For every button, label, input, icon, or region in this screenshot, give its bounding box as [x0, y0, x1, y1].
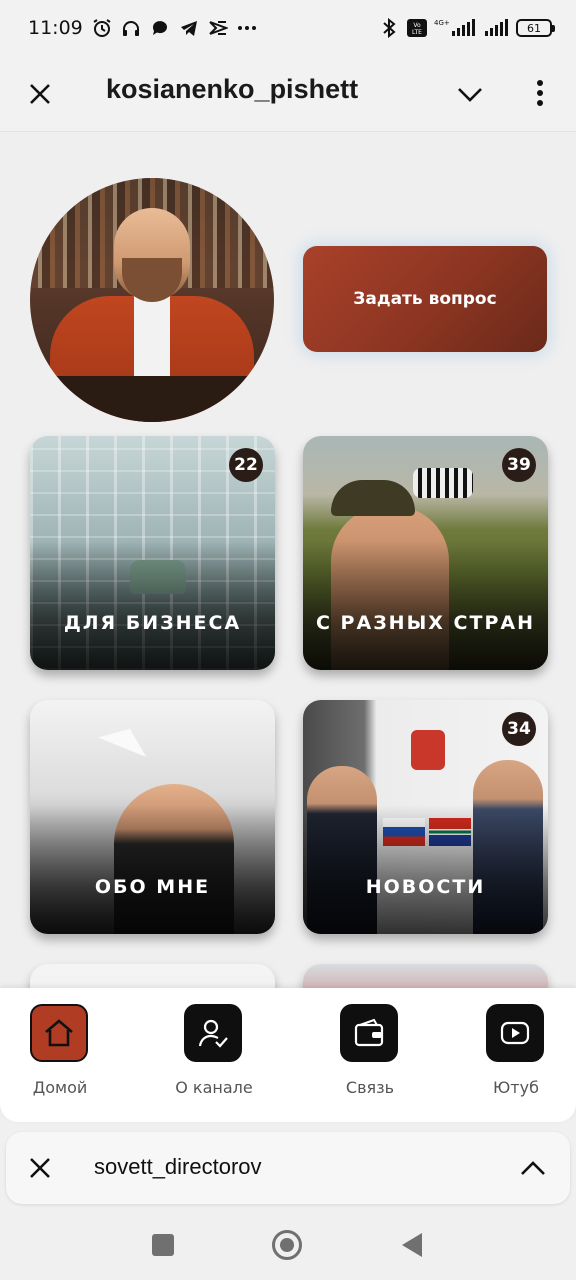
minimized-app-bar[interactable]: sovett_directorov: [6, 1132, 570, 1204]
bluetooth-icon: [378, 17, 400, 39]
avatar-desk: [30, 376, 274, 422]
telegram-icon: [178, 17, 200, 39]
back-icon[interactable]: [402, 1233, 422, 1257]
user-check-icon[interactable]: [184, 1004, 242, 1062]
tile-countries-cap: [331, 480, 415, 516]
tile-shade: [303, 541, 548, 670]
recents-icon[interactable]: [152, 1234, 174, 1256]
tile-partial-left[interactable]: [30, 964, 275, 990]
signal-icon-2: [484, 17, 510, 39]
paper-plane-icon: [98, 718, 154, 758]
tile-shade: [303, 805, 548, 934]
system-nav-bar: [0, 1210, 576, 1280]
tile-news[interactable]: 34 НОВОСТИ: [303, 700, 548, 934]
page-title: kosianenko_pishett: [106, 74, 359, 104]
headphones-icon: [120, 17, 142, 39]
nav-label: О канале: [175, 1078, 253, 1097]
youtube-icon[interactable]: [486, 1004, 544, 1062]
nav-item-contact[interactable]: Связь: [310, 1002, 430, 1112]
nav-label: Домой: [32, 1078, 88, 1097]
wallet-icon[interactable]: [340, 1004, 398, 1062]
main-content: Задать вопрос 22 ДЛЯ БИЗНЕСА 39 С РАЗНЫХ…: [0, 132, 576, 990]
count-badge: 39: [502, 448, 536, 482]
bottom-nav: Домой О канале Связь Ютуб: [0, 988, 576, 1122]
chat-bubble-icon: [149, 17, 171, 39]
more-vertical-icon[interactable]: [526, 76, 554, 110]
ask-question-button[interactable]: Задать вопрос: [303, 246, 547, 352]
count-badge: 34: [502, 712, 536, 746]
battery-icon: 61: [516, 19, 555, 37]
signal-icon: 4G+: [434, 17, 478, 39]
app-header: kosianenko_pishett: [0, 56, 576, 132]
minimized-app-title: sovett_directorov: [94, 1154, 262, 1179]
avatar: [30, 178, 274, 422]
tile-shade: [30, 805, 275, 934]
nav-label: Связь: [345, 1078, 395, 1097]
tile-partial-right[interactable]: [303, 964, 548, 990]
home-icon[interactable]: [30, 1004, 88, 1062]
svg-text:LTE: LTE: [412, 29, 422, 36]
status-bar: 11:09 Vo LTE 4G+ 61: [0, 0, 576, 56]
close-icon[interactable]: [24, 78, 56, 110]
network-type-label: 4G+: [434, 19, 450, 27]
tile-shade: [30, 541, 275, 670]
tile-countries[interactable]: 39 С РАЗНЫХ СТРАН: [303, 436, 548, 670]
tile-label: С РАЗНЫХ СТРАН: [316, 612, 535, 634]
tile-business[interactable]: 22 ДЛЯ БИЗНЕСА: [30, 436, 275, 670]
tile-label: НОВОСТИ: [365, 876, 486, 898]
more-dots-icon: [236, 17, 258, 39]
status-right-icons: Vo LTE 4G+ 61: [378, 17, 555, 39]
chevron-up-icon[interactable]: [518, 1154, 548, 1184]
capcut-icon: [207, 17, 229, 39]
close-icon[interactable]: [26, 1154, 54, 1182]
nav-item-about-channel[interactable]: О канале: [154, 1002, 274, 1112]
coat-of-arms-icon: [411, 730, 445, 770]
nav-item-youtube[interactable]: Ютуб: [456, 1002, 576, 1112]
count-badge: 22: [229, 448, 263, 482]
status-left-icons: [91, 17, 258, 39]
tile-label: ДЛЯ БИЗНЕСА: [63, 612, 242, 634]
alarm-icon: [91, 17, 113, 39]
tile-about[interactable]: ОБО МНЕ: [30, 700, 275, 934]
chevron-down-icon[interactable]: [454, 78, 486, 110]
tile-label: ОБО МНЕ: [94, 876, 211, 898]
tile-countries-zebra: [413, 468, 473, 498]
nav-label: Ютуб: [493, 1078, 539, 1097]
nav-item-home[interactable]: Домой: [0, 1002, 120, 1112]
status-time: 11:09: [28, 17, 83, 39]
svg-text:Vo: Vo: [413, 22, 421, 29]
volte-icon: Vo LTE: [406, 17, 428, 39]
home-circle-icon[interactable]: [272, 1230, 302, 1260]
